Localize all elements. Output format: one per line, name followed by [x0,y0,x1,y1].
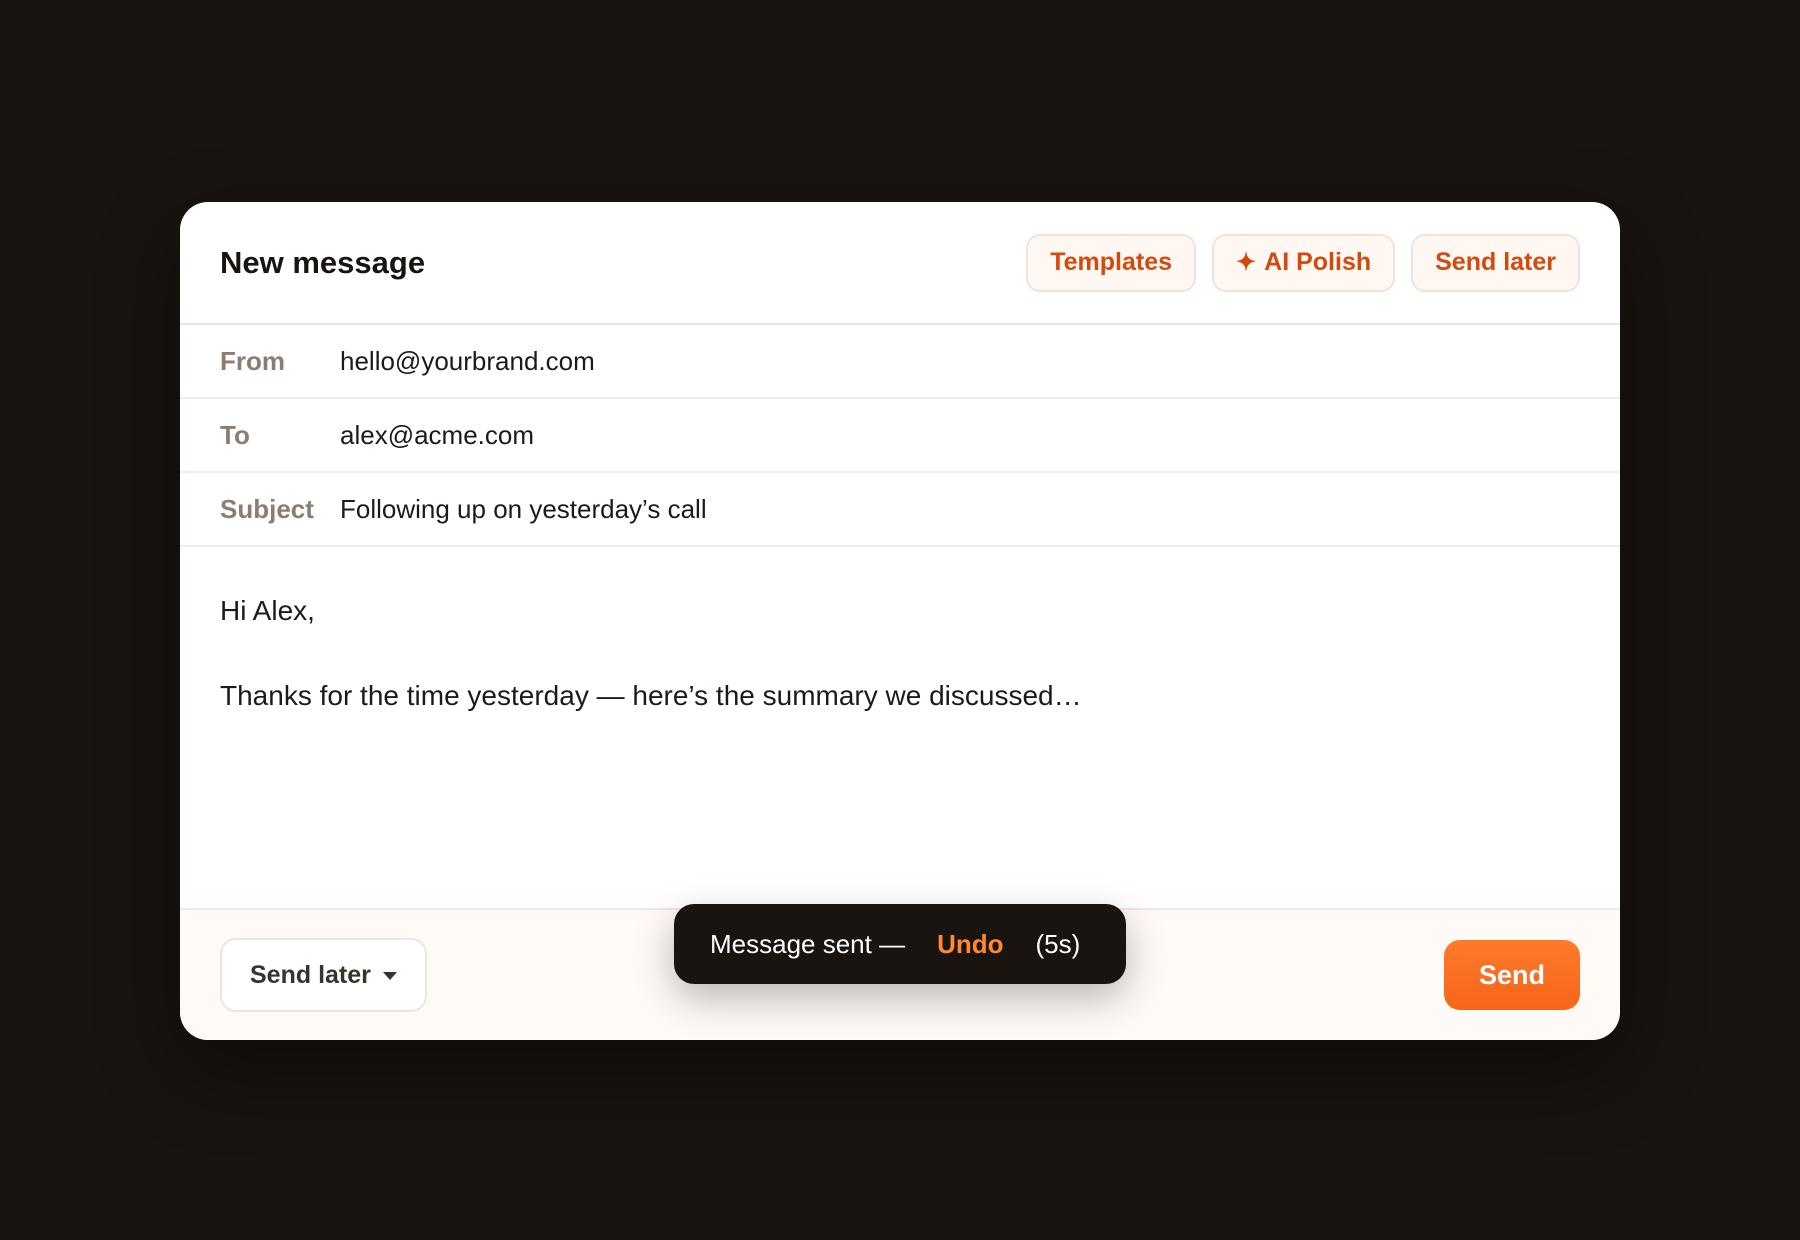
send-later-dropdown[interactable]: Send later [220,938,427,1012]
to-label: To [220,419,250,450]
caret-down-icon [382,972,397,980]
from-field[interactable]: hello@yourbrand.com [340,346,595,377]
send-later-header-button[interactable]: Send later [1411,233,1580,292]
templates-button-label: Templates [1050,248,1173,276]
toast-countdown: (5s) [1035,928,1081,959]
message-body[interactable]: Hi Alex, Thanks for the time yesterday —… [180,547,1620,908]
send-button[interactable]: Send [1444,940,1580,1010]
compose-header: New message Templates ✦ AI Polish Send l… [180,202,1620,325]
toast-message: Message sent — [710,928,906,959]
body-greeting: Hi Alex, [220,595,315,626]
send-later-dropdown-label: Send later [250,960,371,989]
subject-row: Subject Following up on yesterday’s call [180,473,1620,547]
from-label: From [220,345,285,376]
templates-button[interactable]: Templates [1026,233,1197,292]
subject-field[interactable]: Following up on yesterday’s call [340,494,707,525]
to-field[interactable]: alex@acme.com [340,420,534,451]
from-row: From hello@yourbrand.com [180,325,1620,399]
page-title: New message [220,244,426,280]
sparkle-icon: ✦ [1236,249,1257,276]
body-line: Thanks for the time yesterday — here’s t… [220,680,1082,711]
stage: New message Templates ✦ AI Polish Send l… [0,0,1800,1240]
to-row: To alex@acme.com [180,399,1620,473]
ai-polish-button[interactable]: ✦ AI Polish [1212,233,1396,292]
subject-label: Subject [220,493,314,524]
header-actions: Templates ✦ AI Polish Send later [1026,233,1580,292]
send-later-header-label: Send later [1435,248,1556,276]
ai-polish-button-label: AI Polish [1264,248,1372,276]
sent-toast: Message sent — Undo (5s) [674,904,1126,984]
undo-button[interactable]: Undo [937,929,1003,960]
